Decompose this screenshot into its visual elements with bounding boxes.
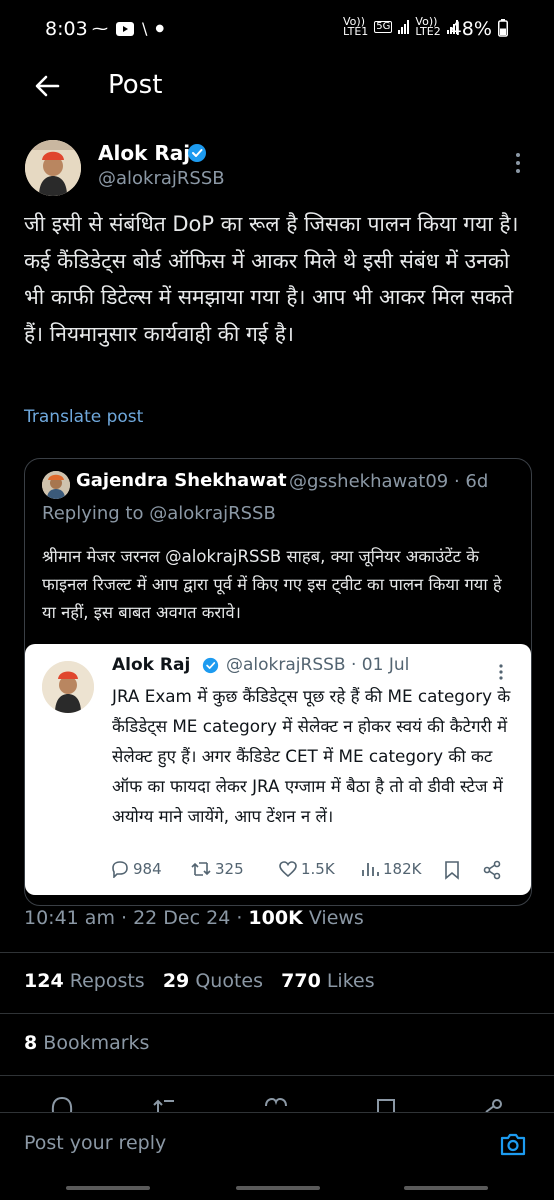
share-icon — [483, 860, 501, 880]
gesture-handle — [66, 1186, 150, 1190]
more-vertical-icon[interactable] — [510, 150, 526, 176]
quote-avatar-image — [42, 471, 70, 499]
embed-reply-count: 984 — [110, 860, 162, 878]
reply-icon[interactable] — [48, 1094, 76, 1112]
embed-avatar — [42, 661, 94, 713]
views-icon — [362, 863, 379, 876]
embed-handle: @alokrajRSSB — [226, 655, 346, 675]
post-time: 10:41 am — [24, 907, 115, 929]
quote-text: श्रीमान मेजर जरनल @alokrajRSSB साहब, क्य… — [42, 547, 502, 622]
replying-prefix: Replying to — [42, 503, 144, 524]
bookmark-icon — [445, 861, 459, 880]
camera-icon[interactable] — [498, 1130, 528, 1158]
avatar-image — [25, 140, 81, 196]
battery-icon — [498, 19, 508, 37]
divider — [0, 952, 554, 953]
missed-call-icon: ⁓ — [92, 19, 108, 38]
5g-badge: 5G — [374, 21, 393, 33]
signal-icon — [398, 20, 410, 34]
views-label: Views — [308, 907, 364, 929]
back-arrow-icon — [35, 75, 60, 97]
status-time: 8:03 — [45, 18, 88, 40]
author-handle[interactable]: @alokrajRSSB — [98, 168, 225, 189]
embed-author-name: Alok Raj — [112, 655, 191, 675]
gesture-handle — [236, 1186, 320, 1190]
like-icon[interactable] — [262, 1094, 290, 1112]
embed-author-meta: @alokrajRSSB · 01 Jul — [226, 655, 410, 675]
avatar[interactable] — [25, 140, 81, 196]
quote-author-name: Gajendra Shekhawat — [76, 470, 287, 491]
post-text: जी इसी से संबंधित DoP का रूल है जिसका पा… — [24, 212, 519, 346]
embed-action-bar: 984 325 1.5K 182K — [110, 860, 510, 884]
bookmarks-link[interactable]: 8 Bookmarks — [24, 1032, 149, 1054]
quote-replying-to: Replying to @alokrajRSSB — [42, 503, 276, 524]
sim2-lte-label: LTE2 — [415, 25, 441, 38]
embed-like-count: 1.5K — [278, 860, 335, 878]
translate-post-link[interactable]: Translate post — [24, 407, 143, 427]
views-count: 100K — [248, 907, 303, 929]
reply-icon — [112, 861, 128, 878]
share-icon[interactable] — [478, 1094, 506, 1112]
embed-avatar-image — [42, 661, 94, 713]
status-bar: 8:03 ⁓ \ ● Vo)) LTE1 5G Vo)) LTE2 48% — [0, 0, 554, 60]
embed-more-icon — [499, 664, 503, 680]
post-timestamp: 10:41 am · 22 Dec 24 · 100K Views — [24, 907, 364, 929]
sim1-lte-label: LTE1 — [343, 25, 369, 38]
repost-icon[interactable] — [152, 1094, 180, 1112]
edit-icon: \ — [142, 19, 148, 38]
gesture-handle — [404, 1186, 488, 1190]
battery-level: 48% — [450, 18, 508, 40]
quotes-link[interactable]: 29 Quotes — [163, 970, 263, 992]
embed-repost-count: 325 — [190, 860, 244, 878]
bookmark-icon[interactable] — [372, 1094, 400, 1112]
like-icon — [279, 861, 297, 878]
embed-date: 01 Jul — [361, 655, 410, 675]
post-date: 22 Dec 24 — [133, 907, 231, 929]
quote-age: 6d — [465, 471, 489, 492]
divider — [0, 1075, 554, 1076]
divider — [0, 1013, 554, 1014]
youtube-icon — [116, 21, 134, 36]
notification-icons: ⁓ \ ● — [92, 19, 164, 38]
network-indicators: Vo)) LTE1 5G Vo)) LTE2 — [343, 16, 458, 38]
engagement-stats: 124 Reposts 29 Quotes 770 Likes — [24, 970, 375, 992]
embed-verified-icon — [202, 657, 219, 674]
quote-avatar — [42, 471, 70, 499]
reposts-link[interactable]: 124 Reposts — [24, 970, 145, 992]
dot-icon: ● — [155, 23, 165, 34]
author-name[interactable]: Alok Raj — [98, 141, 190, 165]
embed-views-count: 182K — [360, 860, 421, 878]
embed-text: JRA Exam में कुछ कैंडिडेट्स पूछ रहे हैं … — [112, 686, 511, 826]
verified-icon — [188, 144, 206, 162]
quote-author-meta: @gsshekhawat09 · 6d — [289, 471, 489, 492]
back-button[interactable] — [30, 68, 66, 104]
likes-link[interactable]: 770 Likes — [281, 970, 375, 992]
replying-handle: @alokrajRSSB — [149, 503, 276, 524]
page-title: Post — [108, 70, 163, 100]
repost-icon — [191, 862, 211, 876]
reply-input[interactable] — [24, 1132, 424, 1154]
quote-handle: @gsshekhawat09 — [289, 471, 449, 492]
